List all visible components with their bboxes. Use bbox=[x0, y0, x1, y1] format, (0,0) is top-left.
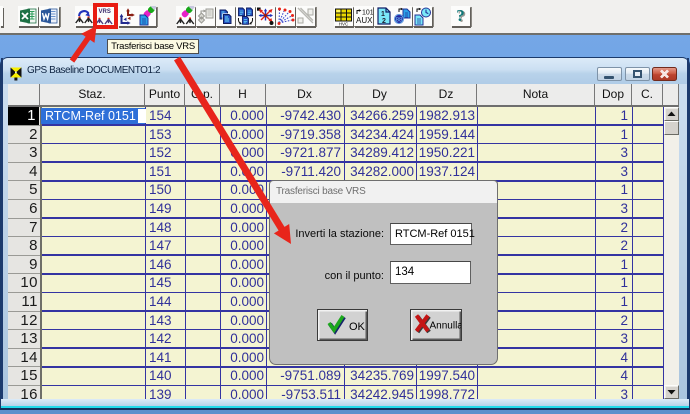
svg-text:?: ? bbox=[456, 6, 465, 25]
svg-text:HVC: HVC bbox=[339, 22, 349, 27]
svg-text:1: 1 bbox=[381, 11, 385, 18]
svg-text:2: 2 bbox=[382, 18, 386, 25]
svg-text:OK: OK bbox=[349, 321, 366, 333]
svg-text:AUX: AUX bbox=[356, 16, 373, 25]
svg-text:88: 88 bbox=[395, 16, 403, 23]
svg-text:Annulla: Annulla bbox=[430, 321, 462, 332]
